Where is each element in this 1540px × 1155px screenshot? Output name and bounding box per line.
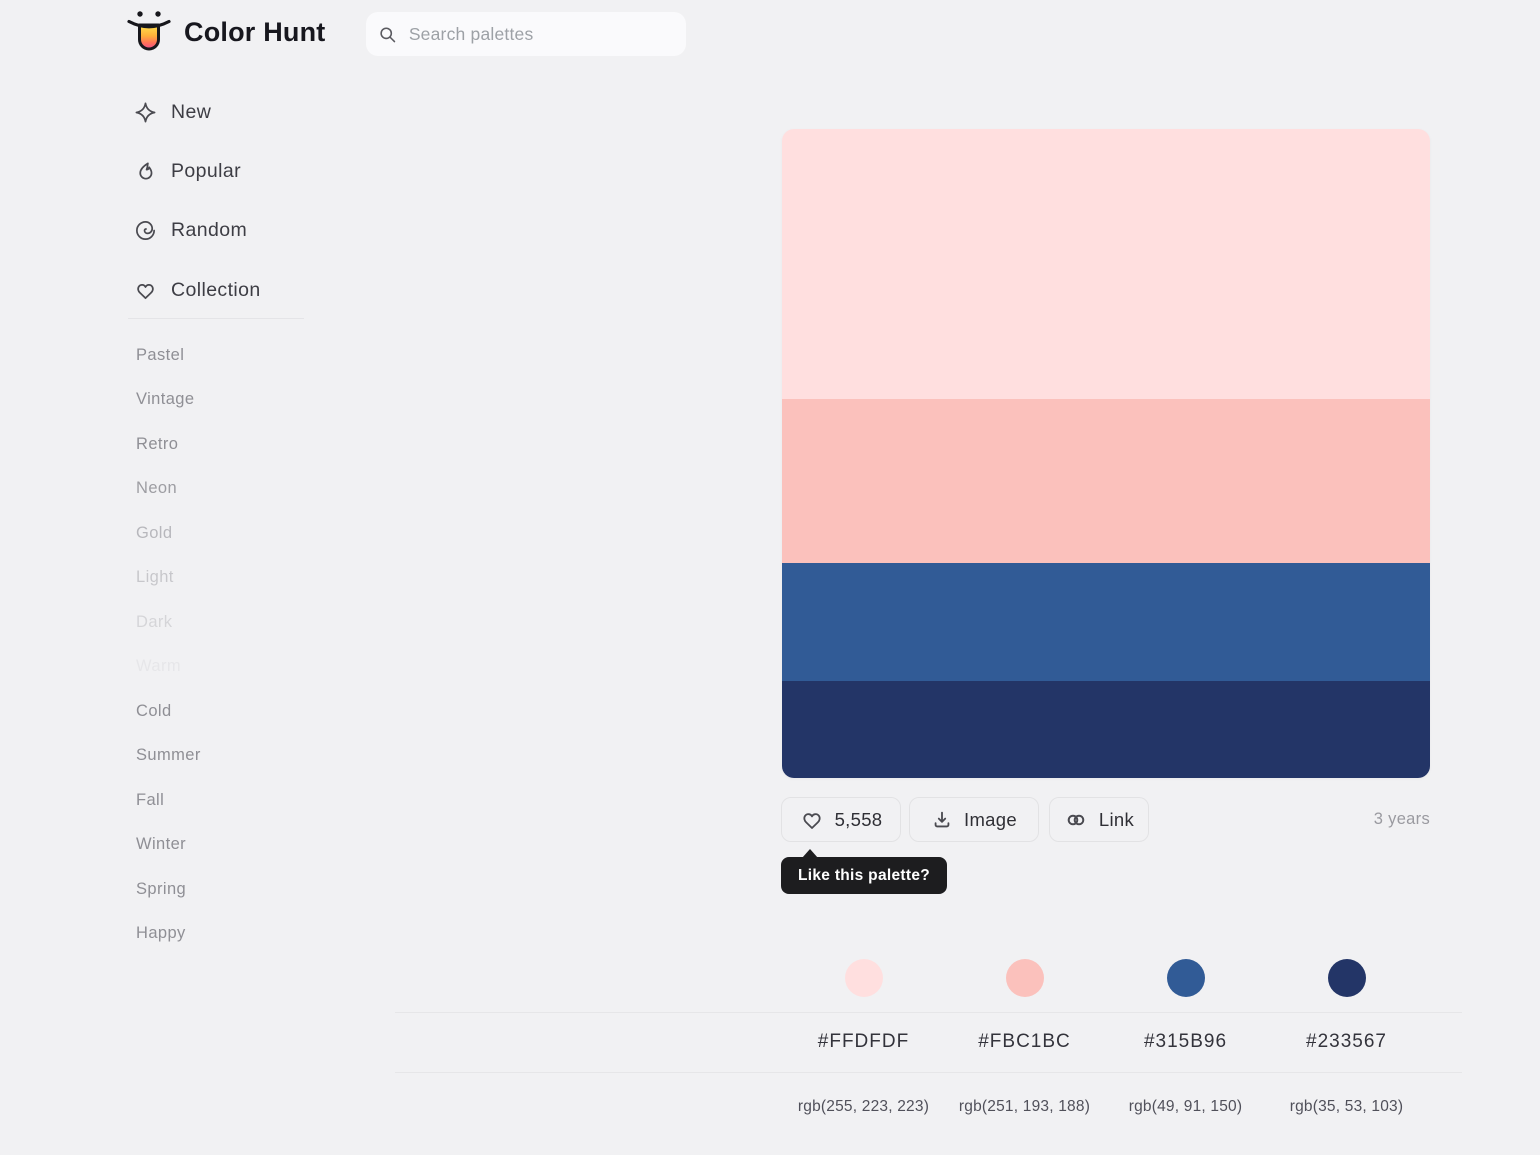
sidebar-item-label: Collection <box>171 279 261 302</box>
sidebar-item-random[interactable]: Random <box>134 208 247 252</box>
heart-icon <box>800 808 824 832</box>
tag-label: Light <box>136 568 174 587</box>
sidebar-item-collection[interactable]: Collection <box>134 268 261 312</box>
sidebar-tag-vintage[interactable]: Vintage <box>136 384 194 414</box>
like-button[interactable]: 5,558 <box>781 797 901 842</box>
palette-age: 3 years <box>1230 810 1430 829</box>
sidebar-tag-gold[interactable]: Gold <box>136 518 172 548</box>
sidebar-divider <box>128 318 304 319</box>
rgb-value[interactable]: rgb(255, 223, 223) <box>783 1098 944 1116</box>
sidebar-item-new[interactable]: New <box>134 90 211 134</box>
sparkle-icon <box>134 101 157 124</box>
palette-band-1[interactable] <box>782 129 1430 399</box>
sidebar-item-popular[interactable]: Popular <box>134 149 241 193</box>
palette-band-3[interactable] <box>782 563 1430 681</box>
like-count: 5,558 <box>835 809 883 831</box>
link-button[interactable]: Link <box>1049 797 1149 842</box>
sidebar-tag-dark[interactable]: Dark <box>136 607 172 637</box>
tag-label: Spring <box>136 880 186 899</box>
tag-label: Happy <box>136 924 186 943</box>
download-icon <box>931 809 953 831</box>
table-divider <box>395 1012 1462 1013</box>
swatch-circle[interactable] <box>1006 959 1044 997</box>
hex-value[interactable]: #FBC1BC <box>944 1031 1105 1053</box>
tag-label: Neon <box>136 479 177 498</box>
palette-preview[interactable] <box>782 129 1430 778</box>
like-tooltip-text: Like this palette? <box>798 867 930 885</box>
sidebar-item-label: Popular <box>171 160 241 183</box>
tag-label: Gold <box>136 524 172 543</box>
sidebar-tag-winter[interactable]: Winter <box>136 829 186 859</box>
link-button-label: Link <box>1099 809 1134 831</box>
rgb-value[interactable]: rgb(49, 91, 150) <box>1105 1098 1266 1116</box>
tag-label: Retro <box>136 435 178 454</box>
sidebar-item-label: New <box>171 101 211 124</box>
palette-band-2[interactable] <box>782 399 1430 563</box>
sidebar-item-label: Random <box>171 219 247 242</box>
sidebar-tag-light[interactable]: Light <box>136 562 174 592</box>
brand-title: Color Hunt <box>184 17 325 48</box>
tag-label: Vintage <box>136 390 194 409</box>
sidebar-tag-pastel[interactable]: Pastel <box>136 340 184 370</box>
sidebar-tag-summer[interactable]: Summer <box>136 740 201 770</box>
image-button[interactable]: Image <box>909 797 1039 842</box>
color-hunt-logo-icon <box>126 8 172 56</box>
table-divider <box>395 1072 1462 1073</box>
sidebar-tag-warm[interactable]: Warm <box>136 651 181 681</box>
tag-label: Summer <box>136 746 201 765</box>
sidebar-tag-happy[interactable]: Happy <box>136 918 186 948</box>
hex-value[interactable]: #315B96 <box>1105 1031 1266 1053</box>
logo[interactable]: Color Hunt <box>126 8 325 56</box>
rgb-value[interactable]: rgb(35, 53, 103) <box>1266 1098 1427 1116</box>
tag-label: Winter <box>136 835 186 854</box>
sidebar-tag-spring[interactable]: Spring <box>136 874 186 904</box>
tag-label: Pastel <box>136 346 184 365</box>
swatch-circle[interactable] <box>845 959 883 997</box>
hex-value[interactable]: #FFDFDF <box>783 1031 944 1053</box>
search-icon <box>378 24 397 45</box>
sidebar-tag-cold[interactable]: Cold <box>136 696 172 726</box>
swatch-circle[interactable] <box>1167 959 1205 997</box>
tag-label: Fall <box>136 791 164 810</box>
link-icon <box>1064 808 1088 832</box>
search-input[interactable] <box>409 24 674 45</box>
hex-value[interactable]: #233567 <box>1266 1031 1427 1053</box>
palette-band-4[interactable] <box>782 681 1430 778</box>
like-tooltip: Like this palette? <box>781 857 947 894</box>
heart-icon <box>134 279 157 302</box>
rgb-value[interactable]: rgb(251, 193, 188) <box>944 1098 1105 1116</box>
sidebar-tag-neon[interactable]: Neon <box>136 473 177 503</box>
search-bar[interactable] <box>366 12 686 56</box>
flame-icon <box>134 160 157 183</box>
sidebar-tag-retro[interactable]: Retro <box>136 429 178 459</box>
image-button-label: Image <box>964 809 1017 831</box>
tag-label: Warm <box>136 657 181 676</box>
spiral-icon <box>134 219 157 242</box>
tag-label: Cold <box>136 702 172 721</box>
tag-label: Dark <box>136 613 172 632</box>
swatch-circle[interactable] <box>1328 959 1366 997</box>
sidebar-tag-fall[interactable]: Fall <box>136 785 164 815</box>
